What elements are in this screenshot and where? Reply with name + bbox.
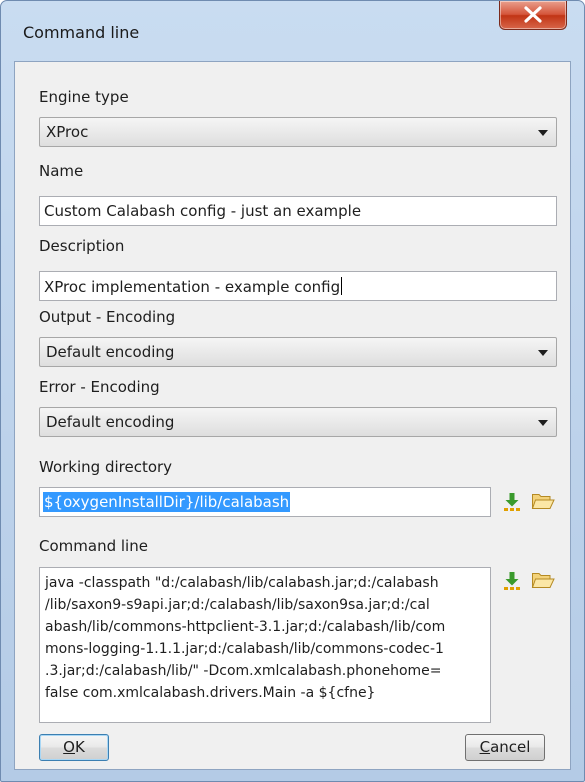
chevron-down-icon (538, 420, 548, 426)
engine-type-select[interactable]: XProc (39, 117, 557, 147)
output-encoding-select[interactable]: Default encoding (39, 337, 557, 367)
error-encoding-label: Error - Encoding (39, 378, 160, 396)
command-line-label: Command line (39, 537, 148, 555)
window-title: Command line (23, 23, 140, 42)
insert-variable-icon[interactable] (502, 571, 522, 591)
folder-open-icon[interactable] (531, 570, 555, 590)
error-encoding-select[interactable]: Default encoding (39, 407, 557, 437)
cancel-label-rest: ancel (490, 738, 531, 756)
command-line-value: java -classpath "d:/calabash/lib/calabas… (45, 575, 446, 701)
cancel-button[interactable]: Cancel (465, 734, 545, 761)
output-encoding-value: Default encoding (46, 343, 175, 361)
error-encoding-value: Default encoding (46, 413, 175, 431)
ok-label-rest: K (74, 738, 85, 756)
description-value: XProc implementation - example config (44, 278, 341, 296)
description-label: Description (39, 237, 125, 255)
folder-open-icon[interactable] (531, 491, 555, 511)
ok-mnemonic: O (63, 738, 75, 756)
name-value: Custom Calabash config - just an example (44, 202, 362, 220)
command-line-textarea[interactable]: java -classpath "d:/calabash/lib/calabas… (39, 567, 491, 723)
output-encoding-label: Output - Encoding (39, 308, 176, 326)
dialog-body: Engine type XProc Name Custom Calabash c… (14, 61, 571, 770)
chevron-down-icon (538, 130, 548, 136)
title-bar: Command line (1, 1, 584, 61)
ok-button[interactable]: OK (39, 734, 109, 761)
cancel-mnemonic: C (479, 738, 491, 756)
dialog-window: Command line Engine type XProc Name Cust… (0, 0, 585, 782)
engine-type-label: Engine type (39, 88, 129, 106)
engine-type-value: XProc (46, 123, 89, 141)
working-directory-value: ${oxygenInstallDir}/lib/calabash (43, 492, 291, 512)
text-caret (341, 277, 343, 295)
close-button[interactable] (499, 1, 567, 30)
name-label: Name (39, 162, 84, 180)
working-directory-label: Working directory (39, 458, 173, 476)
chevron-down-icon (538, 350, 548, 356)
working-directory-input[interactable]: ${oxygenInstallDir}/lib/calabash (39, 487, 491, 517)
description-input[interactable]: XProc implementation - example config (39, 271, 557, 301)
name-input[interactable]: Custom Calabash config - just an example (39, 196, 557, 226)
close-x-icon (524, 6, 542, 23)
insert-variable-icon[interactable] (502, 492, 522, 512)
